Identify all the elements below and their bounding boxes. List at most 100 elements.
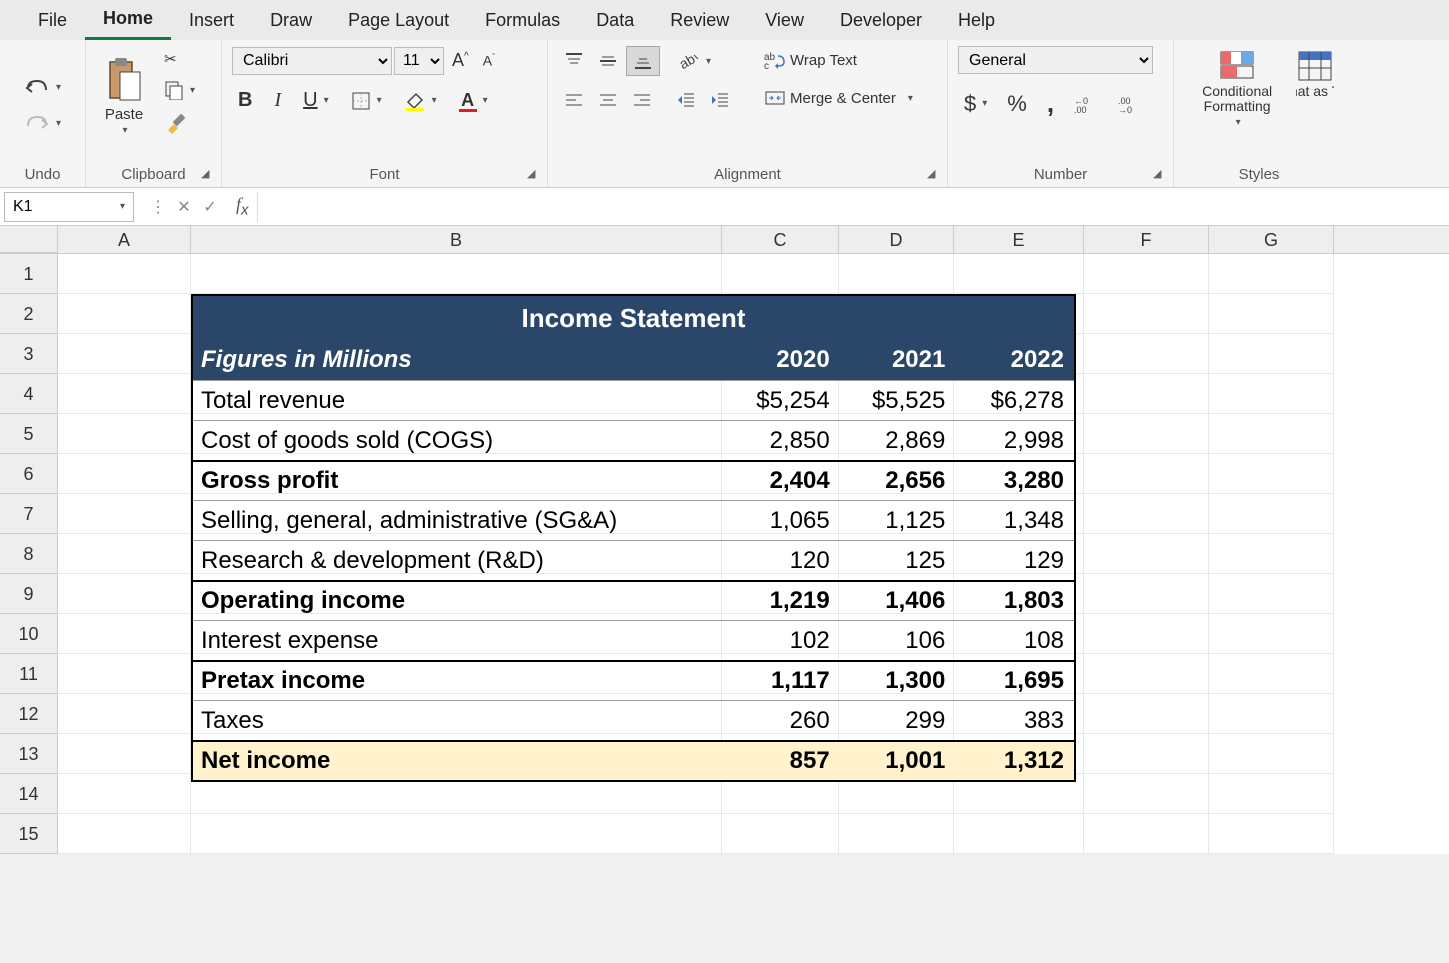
cell[interactable]: [1209, 254, 1334, 294]
borders-button[interactable]: ▾: [345, 87, 388, 115]
cell[interactable]: [1209, 494, 1334, 534]
cells-area[interactable]: Income Statement Figures in Millions 202…: [58, 254, 1334, 854]
cell[interactable]: [1209, 614, 1334, 654]
cell[interactable]: [1084, 574, 1209, 614]
font-size-select[interactable]: 11: [394, 47, 444, 75]
format-painter-button[interactable]: [158, 108, 201, 138]
menu-item-draw[interactable]: Draw: [252, 2, 330, 39]
table-row[interactable]: Total revenue$5,254$5,525$6,278: [193, 380, 1074, 420]
menu-item-data[interactable]: Data: [578, 2, 652, 39]
cell[interactable]: [1084, 534, 1209, 574]
row-header[interactable]: 4: [0, 374, 57, 414]
cell[interactable]: [839, 254, 954, 294]
menu-item-page-layout[interactable]: Page Layout: [330, 2, 467, 39]
cell[interactable]: [1084, 614, 1209, 654]
column-header[interactable]: G: [1209, 226, 1334, 253]
cell[interactable]: [1209, 774, 1334, 814]
cell[interactable]: [1084, 414, 1209, 454]
cell[interactable]: [58, 534, 191, 574]
row-header[interactable]: 14: [0, 774, 57, 814]
dialog-launcher-icon[interactable]: ◢: [527, 167, 541, 181]
fill-color-button[interactable]: ▾: [398, 86, 443, 116]
cell[interactable]: [58, 614, 191, 654]
menu-item-formulas[interactable]: Formulas: [467, 2, 578, 39]
cell[interactable]: [1209, 534, 1334, 574]
row-header[interactable]: 6: [0, 454, 57, 494]
table-row[interactable]: Gross profit2,4042,6563,280: [193, 460, 1074, 500]
decrease-font-button[interactable]: Aˇ: [477, 48, 501, 73]
increase-decimal-button[interactable]: ←0.00: [1068, 90, 1104, 118]
decrease-decimal-button[interactable]: .00→0: [1112, 90, 1148, 118]
row-header[interactable]: 15: [0, 814, 57, 854]
cell[interactable]: [191, 254, 722, 294]
select-all-corner[interactable]: [0, 226, 58, 253]
cell[interactable]: [58, 494, 191, 534]
decrease-indent-button[interactable]: [670, 86, 702, 114]
merge-center-button[interactable]: Merge & Center▾: [758, 84, 919, 112]
column-header[interactable]: E: [954, 226, 1084, 253]
menu-item-help[interactable]: Help: [940, 2, 1013, 39]
cell[interactable]: [58, 454, 191, 494]
cell[interactable]: [1084, 654, 1209, 694]
cell[interactable]: [1084, 494, 1209, 534]
cell[interactable]: [1209, 734, 1334, 774]
formula-input[interactable]: [257, 192, 1449, 222]
fx-icon[interactable]: fx: [228, 194, 257, 219]
column-header[interactable]: F: [1084, 226, 1209, 253]
align-center-button[interactable]: [592, 86, 624, 114]
table-row[interactable]: Cost of goods sold (COGS)2,8502,8692,998: [193, 420, 1074, 460]
cell[interactable]: [58, 334, 191, 374]
cell[interactable]: [58, 254, 191, 294]
increase-font-button[interactable]: A^: [446, 46, 475, 75]
number-format-select[interactable]: General: [958, 46, 1153, 74]
cell[interactable]: [1084, 694, 1209, 734]
column-header[interactable]: A: [58, 226, 191, 253]
cell[interactable]: [58, 294, 191, 334]
wrap-text-button[interactable]: abcWrap Text: [758, 46, 919, 74]
cell[interactable]: [58, 694, 191, 734]
table-row[interactable]: Research & development (R&D)120125129: [193, 540, 1074, 580]
table-row[interactable]: Pretax income1,1171,3001,695: [193, 660, 1074, 700]
row-header[interactable]: 5: [0, 414, 57, 454]
cell[interactable]: [1209, 374, 1334, 414]
cell[interactable]: [1209, 334, 1334, 374]
cell[interactable]: [58, 374, 191, 414]
table-row[interactable]: Interest expense102106108: [193, 620, 1074, 660]
percent-format-button[interactable]: %: [1001, 87, 1033, 121]
cell[interactable]: [191, 814, 722, 854]
cell[interactable]: [722, 814, 839, 854]
row-header[interactable]: 8: [0, 534, 57, 574]
increase-indent-button[interactable]: [704, 86, 736, 114]
cell[interactable]: [58, 574, 191, 614]
cell[interactable]: [1084, 374, 1209, 414]
font-color-button[interactable]: A▾: [453, 86, 494, 116]
row-header[interactable]: 13: [0, 734, 57, 774]
cell[interactable]: [1084, 254, 1209, 294]
row-header[interactable]: 7: [0, 494, 57, 534]
underline-button[interactable]: U▾: [297, 85, 334, 116]
menu-item-view[interactable]: View: [747, 2, 822, 39]
cell[interactable]: [1084, 294, 1209, 334]
align-top-button[interactable]: [558, 47, 590, 75]
row-header[interactable]: 11: [0, 654, 57, 694]
dialog-launcher-icon[interactable]: ◢: [201, 167, 215, 181]
table-row[interactable]: Selling, general, administrative (SG&A)1…: [193, 500, 1074, 540]
cut-button[interactable]: ✂: [158, 46, 201, 72]
column-header[interactable]: D: [839, 226, 954, 253]
row-header[interactable]: 1: [0, 254, 57, 294]
menu-item-file[interactable]: File: [20, 2, 85, 39]
cell[interactable]: [1084, 774, 1209, 814]
table-row[interactable]: Taxes260299383: [193, 700, 1074, 740]
menu-item-insert[interactable]: Insert: [171, 2, 252, 39]
row-header[interactable]: 9: [0, 574, 57, 614]
format-as-table-button[interactable]: Format as Table: [1296, 46, 1334, 103]
cell[interactable]: [954, 814, 1084, 854]
row-header[interactable]: 10: [0, 614, 57, 654]
cell[interactable]: [954, 254, 1084, 294]
comma-format-button[interactable]: ,: [1041, 84, 1060, 123]
cell[interactable]: [1209, 654, 1334, 694]
cell[interactable]: [1209, 574, 1334, 614]
cell[interactable]: [1209, 414, 1334, 454]
undo-button[interactable]: ▾: [18, 74, 67, 102]
paste-button[interactable]: Paste ▾: [96, 46, 152, 146]
